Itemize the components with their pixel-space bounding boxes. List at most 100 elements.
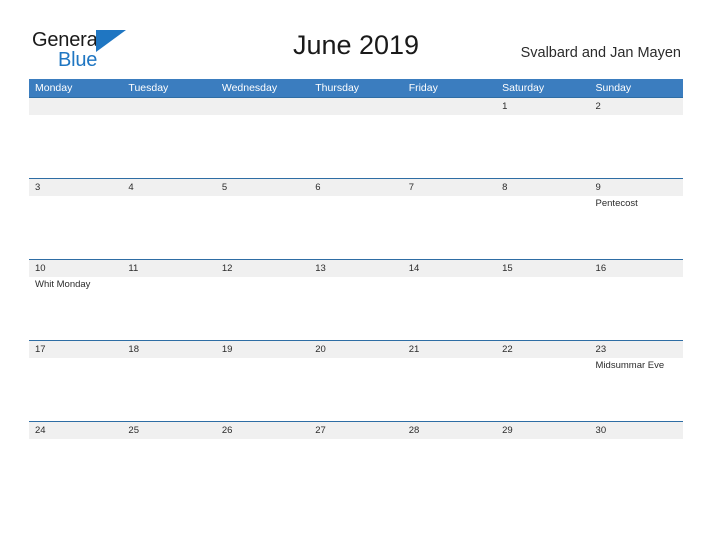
day-cell[interactable] (496, 277, 589, 340)
date-number[interactable]: 12 (216, 260, 309, 277)
date-number[interactable]: 6 (309, 179, 402, 196)
date-number[interactable]: 8 (496, 179, 589, 196)
event-label: Whit Monday (35, 279, 91, 290)
week-row: 24 25 26 27 28 29 30 (29, 421, 683, 502)
date-number[interactable]: 11 (122, 260, 215, 277)
day-cell[interactable] (496, 358, 589, 421)
date-number[interactable]: 20 (309, 341, 402, 358)
date-number[interactable]: 15 (496, 260, 589, 277)
week-event-band (29, 439, 683, 502)
weekday-header-saturday: Saturday (502, 82, 545, 94)
date-number[interactable]: 14 (403, 260, 496, 277)
date-number[interactable] (309, 98, 402, 115)
weekday-header-row: Monday Tuesday Wednesday Thursday Friday… (29, 79, 683, 97)
date-number[interactable]: 23 (590, 341, 683, 358)
date-number[interactable] (29, 98, 122, 115)
day-cell[interactable] (309, 196, 402, 259)
date-number[interactable]: 16 (590, 260, 683, 277)
date-number[interactable]: 22 (496, 341, 589, 358)
page-header: General Blue June 2019 Svalbard and Jan … (0, 0, 712, 76)
day-cell[interactable] (309, 115, 402, 178)
day-cell[interactable] (309, 439, 402, 502)
date-number[interactable]: 26 (216, 422, 309, 439)
day-cell[interactable] (29, 115, 122, 178)
weekday-header-friday: Friday (408, 82, 438, 94)
date-number[interactable]: 24 (29, 422, 122, 439)
day-cell[interactable] (403, 358, 496, 421)
date-number[interactable]: 28 (403, 422, 496, 439)
week-event-band: Whit Monday (29, 277, 683, 340)
day-cell[interactable] (122, 358, 215, 421)
day-cell[interactable] (590, 439, 683, 502)
event-label: Pentecost (595, 198, 638, 209)
day-cell[interactable] (403, 439, 496, 502)
weekday-header-thursday: Thursday (315, 82, 360, 94)
day-cell[interactable]: Midsummar Eve (590, 358, 683, 421)
week-date-band: 17 18 19 20 21 22 23 (29, 340, 683, 358)
day-cell[interactable] (122, 277, 215, 340)
day-cell[interactable] (216, 358, 309, 421)
date-number[interactable]: 21 (403, 341, 496, 358)
day-cell[interactable] (29, 358, 122, 421)
date-number[interactable]: 4 (122, 179, 215, 196)
week-row: 10 11 12 13 14 15 16 Whit Monday (29, 259, 683, 340)
weekday-header-monday: Monday (35, 82, 73, 94)
calendar-grid: Monday Tuesday Wednesday Thursday Friday… (29, 79, 683, 502)
weekday-header-wednesday: Wednesday (221, 82, 278, 94)
date-number[interactable]: 30 (590, 422, 683, 439)
day-cell[interactable] (122, 196, 215, 259)
date-number[interactable] (122, 98, 215, 115)
date-number[interactable]: 10 (29, 260, 122, 277)
week-event-band (29, 115, 683, 178)
day-cell[interactable] (309, 277, 402, 340)
day-cell[interactable] (309, 358, 402, 421)
day-cell[interactable] (29, 439, 122, 502)
date-number[interactable]: 17 (29, 341, 122, 358)
day-cell[interactable] (216, 439, 309, 502)
date-number[interactable]: 5 (216, 179, 309, 196)
day-cell[interactable] (403, 277, 496, 340)
day-cell[interactable] (122, 115, 215, 178)
weekday-header-sunday: Sunday (595, 82, 632, 94)
day-cell[interactable] (216, 277, 309, 340)
day-cell[interactable] (403, 196, 496, 259)
week-event-band: Midsummar Eve (29, 358, 683, 421)
date-number[interactable]: 25 (122, 422, 215, 439)
day-cell[interactable] (216, 115, 309, 178)
date-number[interactable]: 3 (29, 179, 122, 196)
day-cell[interactable] (590, 115, 683, 178)
week-date-band: 24 25 26 27 28 29 30 (29, 421, 683, 439)
week-date-band: 1 2 (29, 97, 683, 115)
date-number[interactable] (216, 98, 309, 115)
week-row: 1 2 (29, 97, 683, 178)
date-number[interactable]: 13 (309, 260, 402, 277)
week-row: 3 4 5 6 7 8 9 Pentecost (29, 178, 683, 259)
date-number[interactable]: 7 (403, 179, 496, 196)
date-number[interactable]: 2 (590, 98, 683, 115)
calendar-page: General Blue June 2019 Svalbard and Jan … (0, 0, 712, 550)
week-date-band: 3 4 5 6 7 8 9 (29, 178, 683, 196)
region-label: Svalbard and Jan Mayen (520, 45, 681, 61)
week-event-band: Pentecost (29, 196, 683, 259)
day-cell[interactable] (403, 115, 496, 178)
date-number[interactable] (403, 98, 496, 115)
weekday-header-tuesday: Tuesday (128, 82, 169, 94)
day-cell[interactable]: Pentecost (590, 196, 683, 259)
date-number[interactable]: 29 (496, 422, 589, 439)
day-cell[interactable] (216, 196, 309, 259)
day-cell[interactable] (29, 196, 122, 259)
week-date-band: 10 11 12 13 14 15 16 (29, 259, 683, 277)
event-label: Midsummar Eve (595, 360, 665, 371)
day-cell[interactable] (496, 196, 589, 259)
date-number[interactable]: 18 (122, 341, 215, 358)
date-number[interactable]: 1 (496, 98, 589, 115)
day-cell[interactable]: Whit Monday (29, 277, 122, 340)
week-row: 17 18 19 20 21 22 23 Midsummar Eve (29, 340, 683, 421)
date-number[interactable]: 9 (590, 179, 683, 196)
day-cell[interactable] (590, 277, 683, 340)
date-number[interactable]: 19 (216, 341, 309, 358)
day-cell[interactable] (496, 115, 589, 178)
day-cell[interactable] (496, 439, 589, 502)
date-number[interactable]: 27 (309, 422, 402, 439)
day-cell[interactable] (122, 439, 215, 502)
